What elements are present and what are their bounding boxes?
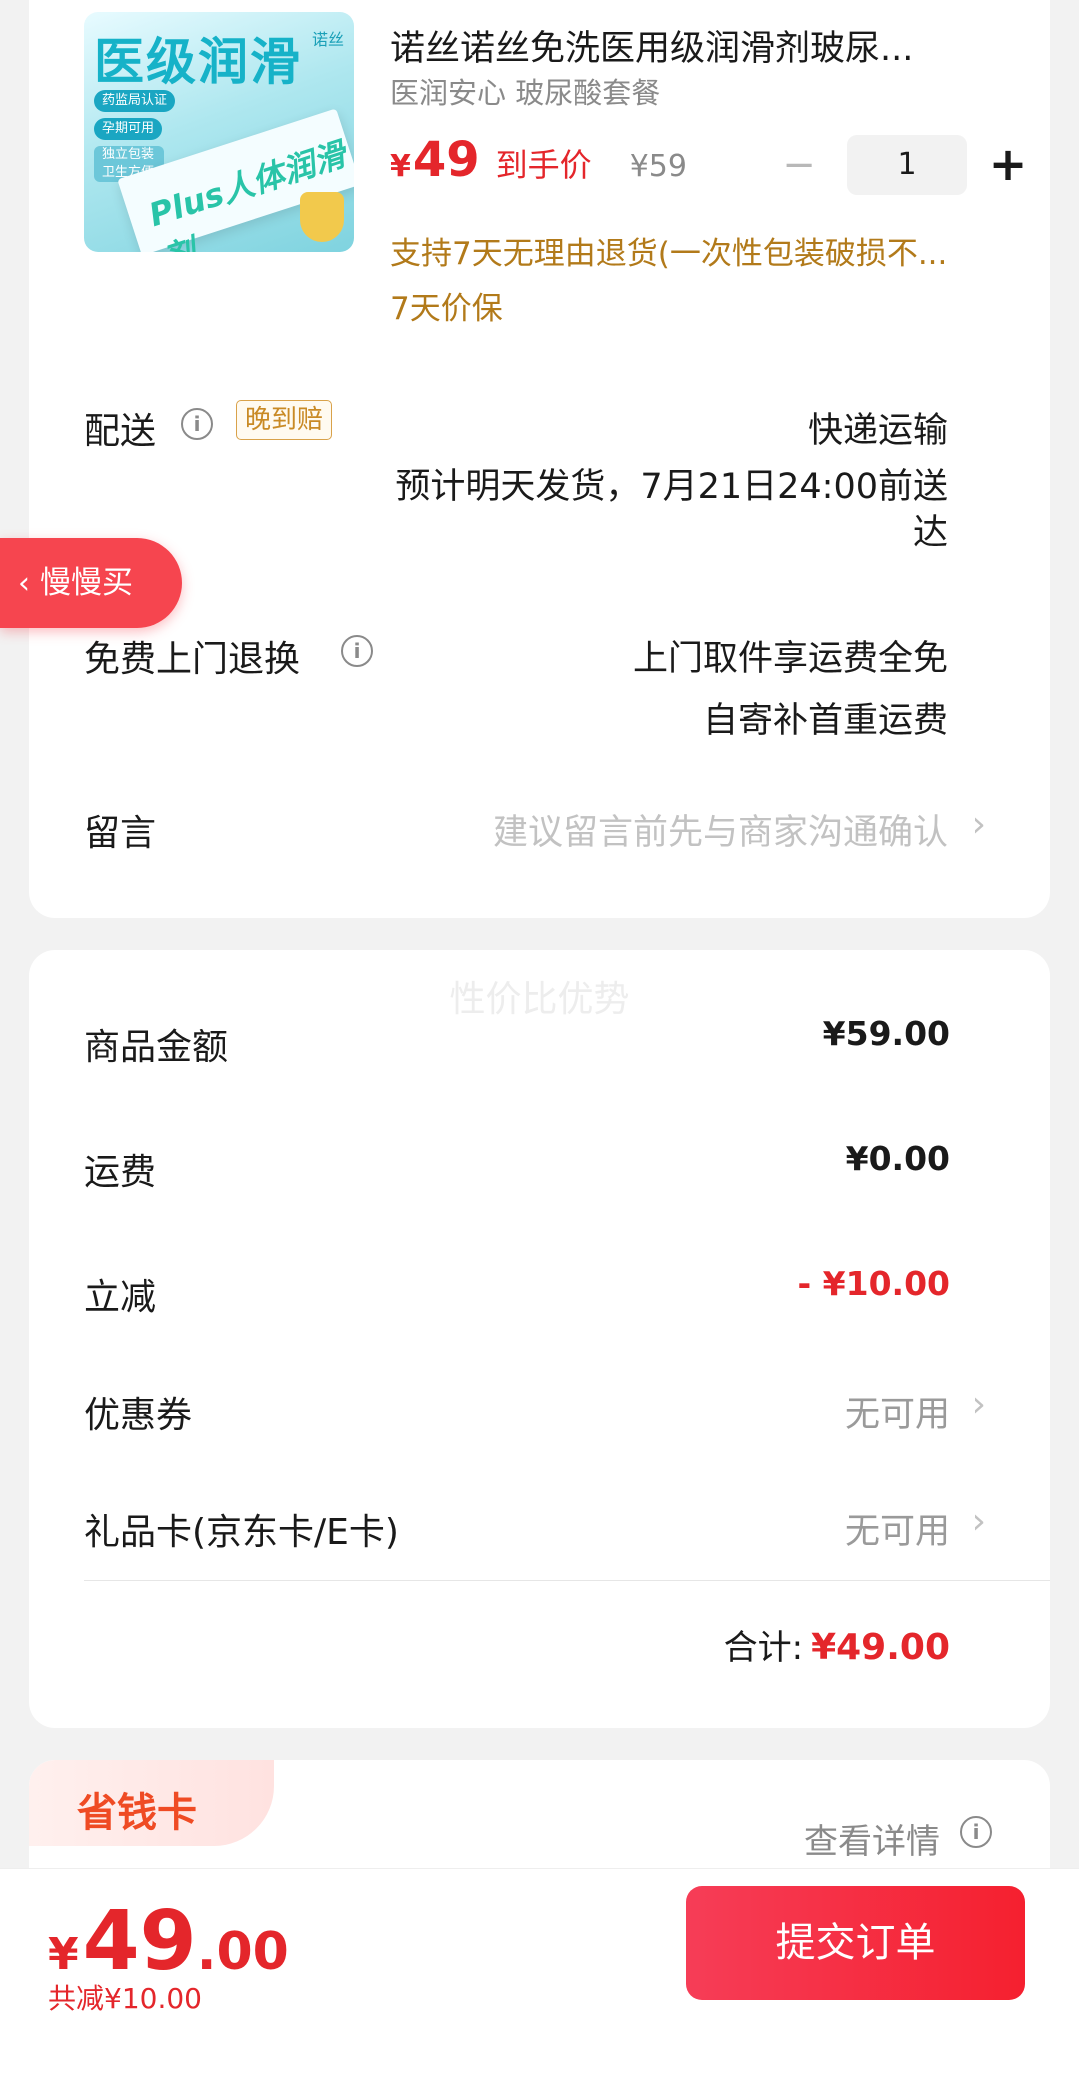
final-price-label: 到手价 (495, 146, 592, 184)
info-icon[interactable]: i (341, 635, 373, 667)
chevron-left-icon: ‹ (18, 566, 30, 601)
submit-order-button[interactable]: 提交订单 (686, 1886, 1025, 2000)
product-image-tag: 孕期可用 (94, 118, 163, 140)
return-service-label: 免费上门退换 (84, 639, 301, 680)
product-card: 医级润滑 诺丝 药监局认证 孕期可用 独立包装 卫生方便 Plus人体润滑剂 诺… (29, 0, 1050, 918)
decrease-button[interactable]: − (769, 143, 829, 187)
quantity-stepper: − 1 + (769, 135, 1031, 195)
goods-amount-label: 商品金额 (84, 1027, 229, 1068)
delivery-method: 快递运输 (807, 411, 948, 451)
bottom-total-price: ¥ 49 .00 (48, 1894, 289, 1989)
product-image-brand: 诺丝 (311, 30, 344, 49)
shipping-label: 运费 (84, 1152, 157, 1193)
return-service-line2: 自寄补首重运费 (702, 701, 948, 741)
bottom-price-decimal: .00 (196, 1922, 289, 1982)
price-row: ¥ 49 到手价 ¥59 (390, 132, 687, 188)
total-row: 合计: ¥49.00 (724, 1620, 950, 1669)
chevron-right-icon[interactable]: › (972, 1501, 986, 1542)
product-image[interactable]: 医级润滑 诺丝 药监局认证 孕期可用 独立包装 卫生方便 Plus人体润滑剂 (84, 12, 354, 252)
delivery-label: 配送 (84, 411, 157, 452)
saving-card-title: 省钱卡 (77, 1790, 197, 1836)
quantity-input[interactable]: 1 (847, 135, 967, 195)
final-price: 49 (412, 132, 480, 188)
goods-amount-value: ¥59.00 (822, 1014, 950, 1053)
slow-buy-button[interactable]: ‹ 慢慢买 (0, 538, 182, 628)
late-compensation-badge: 晚到赔 (236, 400, 333, 440)
bottom-price-integer: 49 (82, 1894, 197, 1989)
chevron-right-icon[interactable]: › (972, 804, 986, 845)
original-price: ¥59 (629, 149, 687, 184)
chevron-right-icon[interactable]: › (972, 1384, 986, 1425)
increase-button[interactable]: + (985, 141, 1031, 188)
discount-label: 立减 (84, 1277, 157, 1318)
divider (84, 1580, 1050, 1581)
delivery-estimate-cont: 达 (912, 513, 948, 553)
total-saved: 共减¥10.00 (48, 1982, 202, 2015)
coupon-value[interactable]: 无可用 (845, 1386, 950, 1437)
delivery-estimate: 预计明天发货，7月21日24:00前送 (395, 467, 948, 507)
coupon-label: 优惠券 (84, 1395, 193, 1436)
giftcard-value[interactable]: 无可用 (845, 1503, 950, 1554)
product-title[interactable]: 诺丝诺丝免洗医用级润滑剂玻尿... (390, 20, 990, 71)
total-label: 合计: (723, 1628, 804, 1668)
price-detail-card: 性价比优势 商品金额 ¥59.00 运费 ¥0.00 立减 - ¥10.00 优… (29, 950, 1050, 1728)
product-image-title: 医级润滑 (94, 33, 302, 91)
slow-buy-label: 慢慢买 (40, 565, 133, 601)
bottom-bar: ¥ 49 .00 共减¥10.00 提交订单 (0, 1868, 1079, 2083)
total-value: ¥49.00 (811, 1627, 950, 1668)
product-image-tag: 药监局认证 (94, 90, 176, 112)
info-icon[interactable]: i (960, 1816, 992, 1848)
shield-icon (300, 192, 344, 242)
message-label: 留言 (84, 813, 157, 854)
shipping-value: ¥0.00 (845, 1139, 950, 1178)
bottom-price-symbol: ¥ (48, 1929, 79, 1980)
view-details-link[interactable]: 查看详情 (804, 1814, 940, 1863)
price-symbol: ¥ (390, 149, 411, 184)
product-spec: 医润安心 玻尿酸套餐 (390, 76, 661, 110)
info-icon[interactable]: i (181, 408, 213, 440)
discount-value: - ¥10.00 (797, 1264, 950, 1303)
return-service-line1: 上门取件享运费全免 (632, 639, 948, 679)
message-input[interactable]: 建议留言前先与商家沟通确认 (493, 804, 948, 855)
price-protect-note: 7天价保 (390, 291, 503, 327)
return-policy-note[interactable]: 支持7天无理由退货(一次性包装破损不... (390, 228, 990, 273)
giftcard-label: 礼品卡(京东卡/E卡) (84, 1512, 399, 1553)
